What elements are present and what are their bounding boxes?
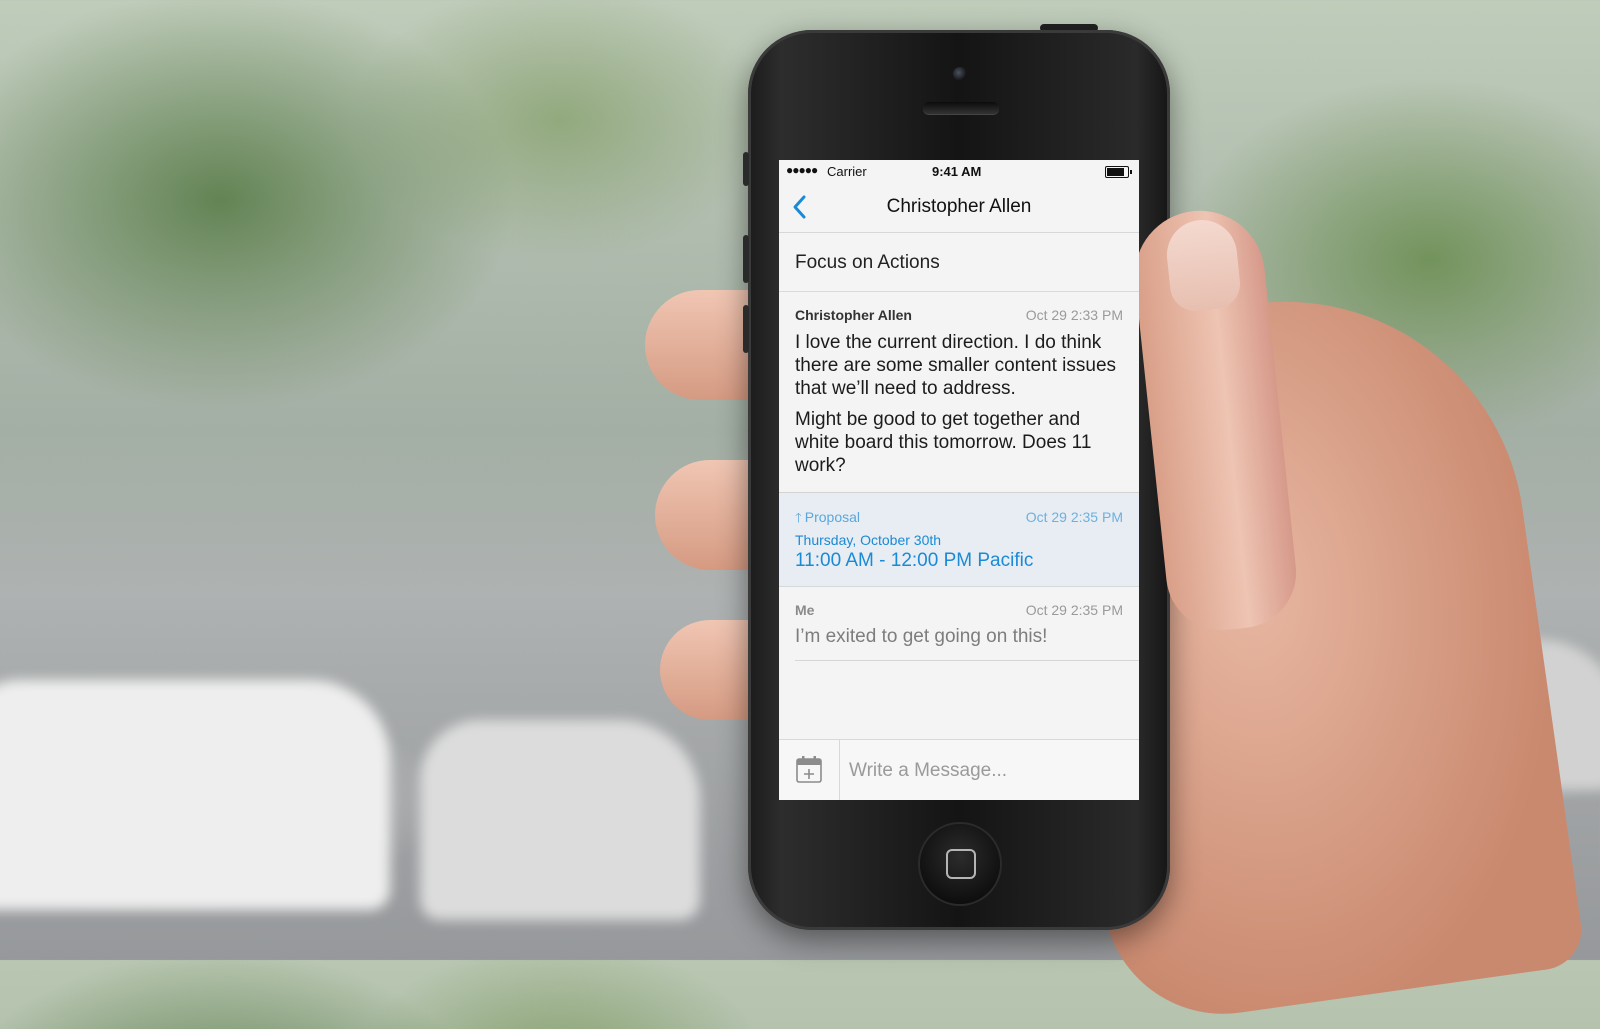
navigation-bar: Christopher Allen [779,182,1139,233]
proposal-time-range: 11:00 AM - 12:00 PM Pacific [795,550,1034,571]
battery-icon [1105,166,1132,178]
meeting-proposal-card[interactable]: 🡑 Proposal Oct 29 2:35 PM Thursday, Octob… [779,493,1139,587]
earpiece-speaker [923,102,999,114]
message-item[interactable]: Me Oct 29 2:35 PM I’m exited to get goin… [779,587,1139,661]
message-composer [779,739,1139,800]
home-button-icon [946,849,976,879]
mute-switch [743,152,749,186]
message-item[interactable]: Christopher Allen Oct 29 2:33 PM I love … [779,292,1139,493]
background-car [420,720,700,920]
calendar-add-button[interactable] [779,740,840,800]
thread-subject-text: Focus on Actions [795,252,940,273]
message-timestamp: Oct 29 2:35 PM [1025,602,1123,618]
status-time: 9:41 AM [932,164,982,179]
phone-screen: ●●●●● Carrier 9:41 AM Christopher Allen … [779,160,1139,800]
signal-strength-icon: ●●●●● [786,163,818,177]
proposal-label-text: Proposal [804,509,861,525]
front-camera [953,67,967,81]
battery-level [1107,168,1124,176]
background-car [0,680,390,910]
proposal-label: 🡑 Proposal [795,509,860,531]
message-sender: Christopher Allen [795,307,912,323]
message-input[interactable] [841,740,1139,800]
volume-up-button [743,235,749,283]
proposal-timestamp: Oct 29 2:35 PM [1025,509,1123,525]
message-timestamp: Oct 29 2:33 PM [1025,307,1123,323]
thread-subject: Focus on Actions [779,233,1139,292]
home-button[interactable] [920,824,1000,904]
message-paragraph: I’m exited to get going on this! [795,626,1048,647]
calendar-add-icon [796,756,822,783]
page-title: Christopher Allen [886,196,1032,217]
message-paragraph: I love the current direction. I do think… [795,332,1117,399]
arrow-up-icon: 🡑 [795,510,802,525]
divider [795,660,1139,661]
volume-down-button [743,305,749,353]
proposal-day: Thursday, October 30th [795,532,942,548]
status-bar: ●●●●● Carrier 9:41 AM [779,160,1139,182]
message-sender: Me [795,602,815,618]
message-paragraph: Might be good to get together and white … [795,409,1092,476]
carrier-label: Carrier [827,164,867,179]
